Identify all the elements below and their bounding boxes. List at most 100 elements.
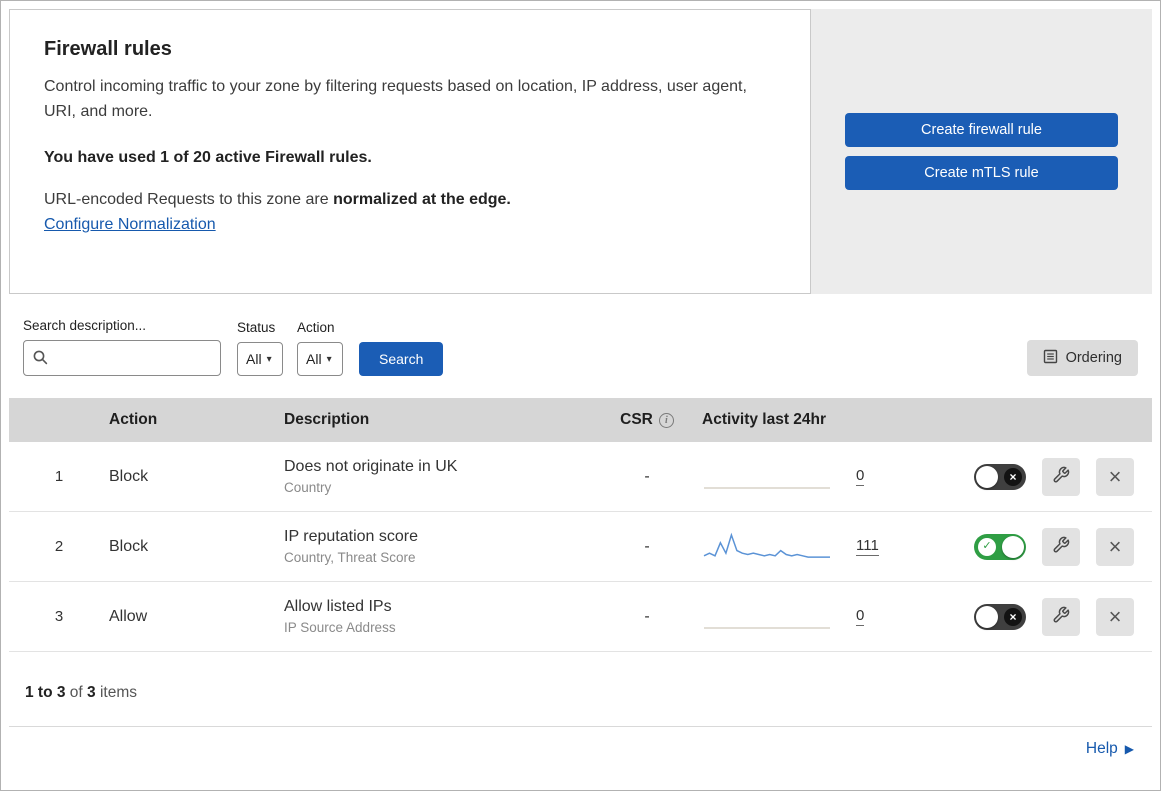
close-icon: × <box>1108 533 1122 559</box>
info-icon[interactable]: i <box>658 412 674 428</box>
rule-action: Allow <box>109 607 148 625</box>
help-arrow-icon: ▶ <box>1124 742 1134 756</box>
wrench-icon <box>1052 536 1070 557</box>
rule-fields: IP Source Address <box>284 620 396 635</box>
items-word: items <box>95 684 137 701</box>
firewall-rules-page: Firewall rules Control incoming traffic … <box>0 0 1161 791</box>
rule-priority: 3 <box>54 608 64 625</box>
usage-summary: You have used 1 of 20 active Firewall ru… <box>44 148 372 166</box>
header-csr-label: CSR <box>620 411 653 428</box>
page-title: Firewall rules <box>44 38 172 60</box>
close-icon: × <box>1108 463 1122 489</box>
rule-action: Block <box>109 537 149 555</box>
ordering-button-label: Ordering <box>1065 350 1122 366</box>
search-group: Search description... <box>23 318 221 376</box>
toggle-state-icon <box>1004 607 1022 626</box>
toggle-knob <box>976 605 998 628</box>
configure-normalization-link[interactable]: Configure Normalization <box>44 216 216 234</box>
rule-description: IP reputation score <box>284 528 419 545</box>
rule-enable-toggle[interactable] <box>974 463 1026 490</box>
rule-description-cell: IP reputation score Country, Threat Scor… <box>284 528 592 565</box>
rule-controls: × <box>937 597 1152 636</box>
pagination-summary: 1 to 3 of 3 items <box>9 652 1152 726</box>
rule-enable-toggle[interactable] <box>974 603 1026 630</box>
rule-priority: 2 <box>54 538 64 555</box>
help-link-label: Help <box>1085 740 1118 757</box>
status-label: Status <box>237 320 276 335</box>
rule-fields: Country <box>284 480 332 495</box>
status-dropdown-value: All <box>246 351 262 367</box>
create-firewall-rule-button[interactable]: Create firewall rule <box>845 113 1118 147</box>
edit-rule-button[interactable] <box>1042 597 1080 636</box>
normalization-note-bold: normalized at the edge. <box>333 190 511 208</box>
activity-sparkline <box>704 486 830 489</box>
toggle-knob <box>976 465 998 488</box>
rule-fields: Country, Threat Score <box>284 550 416 565</box>
activity-count-link[interactable]: 0 <box>856 467 865 486</box>
normalization-note-text: URL-encoded Requests to this zone are <box>44 190 334 208</box>
items-of: of <box>65 684 88 701</box>
table-row: 1 Block Does not originate in UK Country… <box>9 442 1152 512</box>
page-header: Firewall rules Control incoming traffic … <box>9 9 1152 294</box>
activity-sparkline <box>704 626 830 629</box>
rule-activity-cell: 111 <box>702 529 937 565</box>
table-row: 2 Block IP reputation score Country, Thr… <box>9 512 1152 582</box>
header-action: Action <box>109 411 158 428</box>
toggle-state-icon <box>1004 467 1022 486</box>
ordering-icon <box>1043 349 1058 368</box>
rule-controls: × <box>937 527 1152 566</box>
toggle-state-icon <box>978 537 996 556</box>
rule-csr: - <box>644 607 650 625</box>
help-bar: Help ▶ <box>9 726 1152 758</box>
search-icon <box>32 349 49 371</box>
rule-activity-cell: 0 <box>702 459 937 495</box>
page-description: Control incoming traffic to your zone by… <box>44 78 747 120</box>
status-filter-group: Status All ▾ <box>237 320 283 376</box>
search-input-wrap <box>23 340 221 376</box>
chevron-down-icon: ▾ <box>326 353 332 365</box>
action-label: Action <box>297 320 335 335</box>
activity-count-link[interactable]: 0 <box>856 607 865 626</box>
table-header: Action Description CSR i Activity last 2… <box>9 398 1152 442</box>
status-dropdown[interactable]: All ▾ <box>237 342 283 376</box>
rule-description: Allow listed IPs <box>284 598 392 615</box>
search-button[interactable]: Search <box>359 342 444 376</box>
items-range: 1 to 3 <box>25 684 66 701</box>
ordering-button[interactable]: Ordering <box>1026 340 1138 376</box>
search-input[interactable] <box>23 340 221 376</box>
header-description: Description <box>284 411 370 428</box>
items-total: 3 <box>87 684 96 701</box>
rule-description-cell: Allow listed IPs IP Source Address <box>284 598 592 635</box>
table-row: 3 Allow Allow listed IPs IP Source Addre… <box>9 582 1152 652</box>
edit-rule-button[interactable] <box>1042 527 1080 566</box>
delete-rule-button[interactable]: × <box>1096 597 1134 636</box>
delete-rule-button[interactable]: × <box>1096 527 1134 566</box>
toggle-knob <box>1002 535 1024 558</box>
close-icon: × <box>1108 603 1122 629</box>
help-link[interactable]: Help ▶ <box>1086 740 1134 758</box>
create-mtls-rule-button[interactable]: Create mTLS rule <box>845 156 1118 190</box>
header-csr: CSR i <box>592 411 702 429</box>
edit-rule-button[interactable] <box>1042 457 1080 496</box>
search-label: Search description... <box>23 318 147 333</box>
rule-activity-cell: 0 <box>702 599 937 635</box>
wrench-icon <box>1052 606 1070 627</box>
rule-enable-toggle[interactable] <box>974 533 1026 560</box>
rule-csr: - <box>644 537 650 555</box>
rule-description-cell: Does not originate in UK Country <box>284 458 592 495</box>
rule-priority: 1 <box>54 468 64 485</box>
activity-count-link[interactable]: 111 <box>856 537 879 556</box>
wrench-icon <box>1052 466 1070 487</box>
activity-sparkline <box>703 532 830 558</box>
action-dropdown[interactable]: All ▾ <box>297 342 343 376</box>
chevron-down-icon: ▾ <box>266 353 272 365</box>
normalization-note: URL-encoded Requests to this zone are no… <box>44 191 776 209</box>
header-activity: Activity last 24hr <box>702 411 827 428</box>
rules-table: Action Description CSR i Activity last 2… <box>9 398 1152 652</box>
action-dropdown-value: All <box>306 351 322 367</box>
rule-description: Does not originate in UK <box>284 458 458 475</box>
intro-card: Firewall rules Control incoming traffic … <box>9 9 811 294</box>
rule-controls: × <box>937 457 1152 496</box>
action-filter-group: Action All ▾ <box>297 320 343 376</box>
delete-rule-button[interactable]: × <box>1096 457 1134 496</box>
